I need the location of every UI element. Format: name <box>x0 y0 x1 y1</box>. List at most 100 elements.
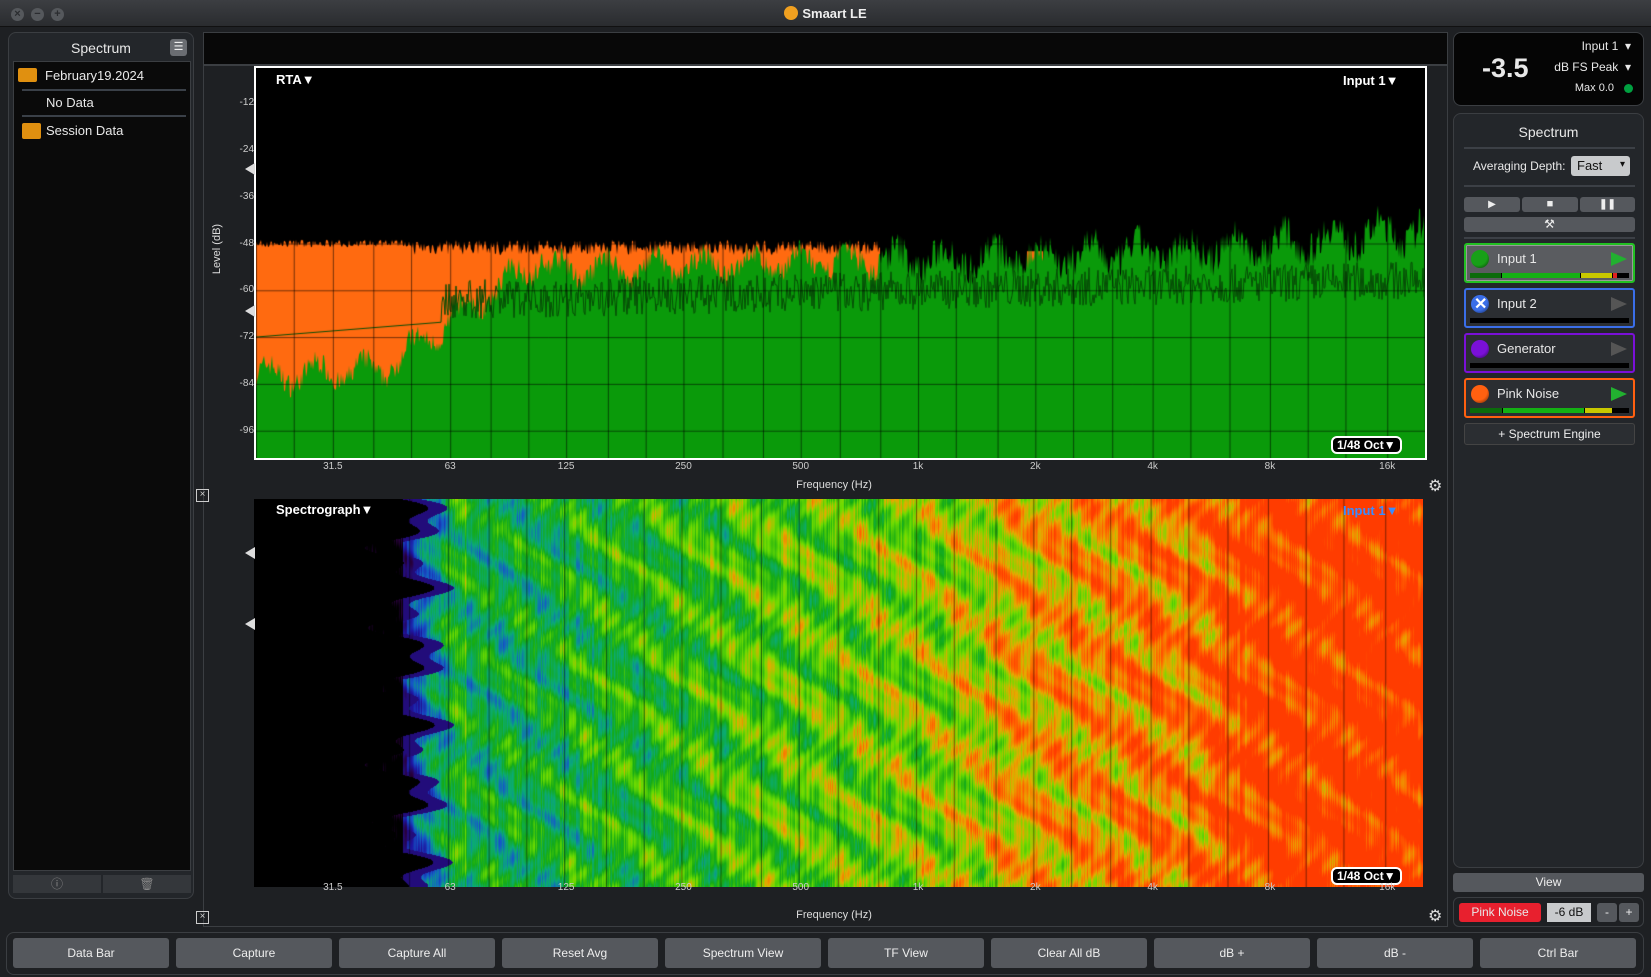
tree-item-date-folder[interactable]: February19.2024 <box>14 64 190 88</box>
add-spectrum-engine-button[interactable]: + Spectrum Engine <box>1464 423 1635 445</box>
x-tick-label: 4k <box>1147 882 1158 893</box>
x-tick-label: 31.5 <box>323 461 343 472</box>
engine-pink-noise[interactable]: Pink Noise <box>1464 378 1635 418</box>
averaging-select[interactable]: Fast ▾ <box>1571 156 1630 176</box>
folder-icon <box>22 123 41 139</box>
level-increase-button[interactable]: + <box>1619 903 1639 922</box>
x-axis-label: Frequency (Hz) <box>796 479 872 491</box>
y-tick-label: -72 <box>239 331 254 343</box>
clear-all-db-button[interactable]: Clear All dB <box>991 938 1147 968</box>
spectrograph-input-selector[interactable]: Input 1▼ <box>1343 503 1398 518</box>
divider <box>1464 185 1635 187</box>
reset-avg-button[interactable]: Reset Avg <box>502 938 658 968</box>
engine-generator[interactable]: Generator <box>1464 333 1635 373</box>
tree-item-session-data[interactable]: Session Data <box>14 119 190 143</box>
y-tick-label: -96 <box>239 424 254 436</box>
x-tick-label: 63 <box>444 461 456 472</box>
tree-item-no-data[interactable]: No Data <box>14 91 190 115</box>
spectrograph-plot[interactable] <box>254 499 1423 887</box>
divider <box>22 115 186 117</box>
play-icon[interactable] <box>1611 252 1627 266</box>
averaging-value: Fast <box>1577 158 1603 173</box>
x-tick-label: 31.5 <box>323 882 343 893</box>
view-button[interactable]: View <box>1453 873 1644 892</box>
db-button[interactable]: dB + <box>1154 938 1310 968</box>
x-tick-label: 63 <box>444 882 456 893</box>
gear-icon[interactable]: ⚙ <box>1428 476 1442 496</box>
tree-item-label: Session Data <box>46 123 124 138</box>
x-tick-label: 8k <box>1264 882 1276 893</box>
pause-button[interactable]: ❚❚ <box>1580 197 1635 212</box>
generator-toggle-button[interactable]: Pink Noise <box>1459 903 1541 922</box>
panel-title: Spectrum <box>1518 124 1579 140</box>
spectrum-view-button[interactable]: Spectrum View <box>665 938 821 968</box>
engine-status-icon[interactable] <box>1471 250 1489 268</box>
x-tick-label: 4k <box>1147 461 1158 472</box>
stop-button[interactable]: ■ <box>1522 197 1578 212</box>
data-bar-button[interactable]: Data Bar <box>13 938 169 968</box>
y-tick-label: -84 <box>239 377 254 389</box>
meter-units-selector[interactable]: dB FS Peak ▾ <box>1554 60 1631 74</box>
spectrograph-mode-selector[interactable]: Spectrograph▼ <box>276 502 373 517</box>
clip-indicator <box>1624 84 1633 93</box>
tools-button[interactable]: ⚒ <box>1464 217 1635 232</box>
capture-all-button[interactable]: Capture All <box>339 938 495 968</box>
window-title-text: Smaart LE <box>802 6 867 21</box>
gear-icon[interactable]: ⚙ <box>1428 906 1442 926</box>
meter-units-label: dB FS Peak <box>1554 60 1619 74</box>
window-title: Smaart LE <box>0 6 1651 21</box>
play-icon[interactable] <box>1611 387 1627 401</box>
rta-mode-selector[interactable]: RTA▼ <box>276 72 315 87</box>
lower-range-handle[interactable] <box>245 618 255 630</box>
command-bar: Data Bar Capture Capture All Reset Avg Spect… <box>6 932 1644 975</box>
y-tick-label: -24 <box>239 143 254 155</box>
data-tree: February19.2024 No Data Session Data <box>13 61 191 871</box>
engine-status-icon[interactable] <box>1471 385 1489 403</box>
y-tick-label: -48 <box>239 237 254 249</box>
capture-button[interactable]: Capture <box>176 938 332 968</box>
app-logo-icon <box>784 6 799 20</box>
engine-input-2[interactable]: ✕ Input 2 <box>1464 288 1635 328</box>
tree-item-label: No Data <box>46 95 94 110</box>
data-sidebar: Spectrum ☰ February19.2024 No Data Sessi… <box>8 32 194 899</box>
level-decrease-button[interactable]: - <box>1597 903 1617 922</box>
upper-range-handle[interactable] <box>245 163 255 175</box>
meter-value: -3.5 <box>1482 53 1529 83</box>
play-icon[interactable] <box>1611 297 1627 311</box>
engine-name: Pink Noise <box>1497 386 1560 401</box>
x-tick-label: 2k <box>1030 461 1041 472</box>
tf-view-button[interactable]: TF View <box>828 938 984 968</box>
y-tick-label: -60 <box>239 284 254 296</box>
meter-input-label: Input 1 <box>1581 39 1619 53</box>
play-button[interactable]: ▶ <box>1464 197 1520 212</box>
ctrl-bar-button[interactable]: Ctrl Bar <box>1480 938 1636 968</box>
x-tick-label: 500 <box>792 461 810 472</box>
meter-input-selector[interactable]: Input 1 ▾ <box>1582 39 1631 53</box>
lower-range-handle[interactable] <box>245 305 255 317</box>
engine-status-icon[interactable] <box>1471 340 1489 358</box>
engine-name: Input 1 <box>1497 251 1537 266</box>
x-tick-label: 125 <box>557 882 575 893</box>
sidebar-title: Spectrum <box>71 40 131 56</box>
close-plot-icon[interactable]: × <box>196 911 209 924</box>
trash-icon[interactable]: 🗑 <box>103 875 191 893</box>
play-icon[interactable] <box>1611 342 1627 356</box>
menu-icon[interactable]: ☰ <box>170 39 187 56</box>
engine-level-meter <box>1470 408 1630 413</box>
close-plot-icon[interactable]: × <box>196 489 209 502</box>
upper-range-handle[interactable] <box>245 547 255 559</box>
disabled-x-icon[interactable]: ✕ <box>1471 295 1489 313</box>
tree-item-label: February19.2024 <box>45 68 145 83</box>
engine-input-1[interactable]: Input 1 <box>1464 243 1635 283</box>
info-icon[interactable]: ⓘ <box>13 875 101 893</box>
rta-input-selector[interactable]: Input 1▼ <box>1343 73 1398 88</box>
x-tick-label: 16k <box>1379 882 1396 893</box>
generator-control: Pink Noise -6 dB - + <box>1453 897 1644 927</box>
divider <box>1464 237 1635 239</box>
top-strip <box>204 33 1447 66</box>
rta-resolution-selector[interactable]: 1/48 Oct▼ <box>1331 436 1402 454</box>
x-tick-label: 125 <box>557 461 575 472</box>
db-button[interactable]: dB - <box>1317 938 1473 968</box>
x-tick-label: 1k <box>912 882 924 893</box>
rta-plot[interactable] <box>254 66 1427 460</box>
